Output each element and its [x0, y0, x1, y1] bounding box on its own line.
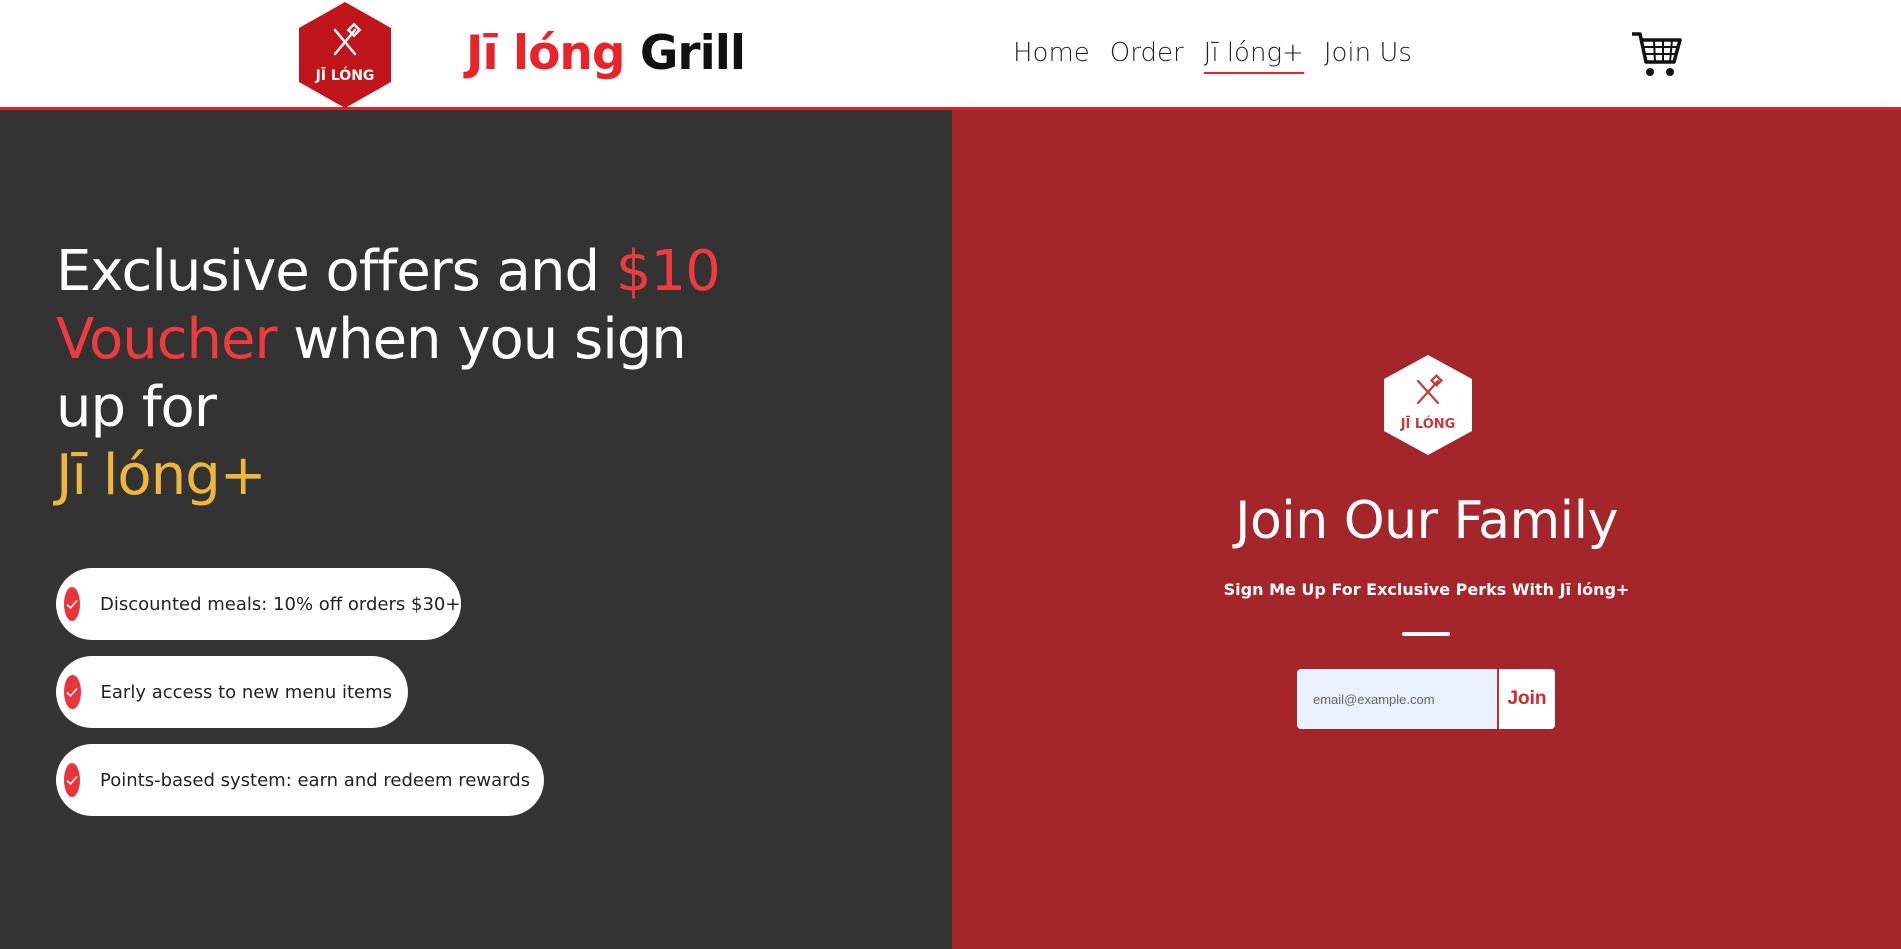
logo-icon: JĪ LÓNG	[1384, 355, 1472, 455]
email-input[interactable]	[1297, 669, 1497, 729]
brand-name[interactable]: Jī lóng Grill	[466, 24, 746, 84]
join-button[interactable]: Join	[1497, 669, 1555, 729]
main-nav: Home Order Jī lóng+ Join Us	[1013, 36, 1412, 74]
check-icon	[64, 675, 81, 709]
signup-form: Join	[1297, 669, 1557, 729]
benefits-panel: Exclusive offers and $10 Voucher when yo…	[0, 110, 952, 949]
logo-text: JĪ LÓNG	[1400, 416, 1456, 432]
perk-text: Discounted meals: 10% off orders $30+	[100, 593, 461, 615]
hero-text-1: Exclusive offers and	[56, 239, 616, 304]
nav-order[interactable]: Order	[1110, 36, 1184, 74]
check-icon	[64, 763, 80, 797]
perk-item: Discounted meals: 10% off orders $30+	[56, 568, 461, 640]
signup-title: Join Our Family	[1235, 491, 1618, 551]
hero-headline: Exclusive offers and $10 Voucher when yo…	[56, 238, 756, 510]
brand-name-black: Grill	[639, 26, 746, 81]
perk-text: Points-based system: earn and redeem rew…	[100, 769, 531, 791]
nav-join-us[interactable]: Join Us	[1324, 36, 1412, 74]
site-header: JĪ LÓNG Jī lóng Grill Home Order Jī lóng…	[0, 0, 1901, 110]
divider	[1402, 632, 1450, 636]
hero-program-name: Jī lóng+	[56, 443, 267, 508]
shopping-cart-icon[interactable]	[1630, 28, 1682, 80]
signup-subtitle: Sign Me Up For Exclusive Perks With Jī l…	[1223, 580, 1630, 599]
check-icon	[64, 587, 80, 621]
signup-panel: JĪ LÓNG Join Our Family Sign Me Up For E…	[952, 110, 1901, 949]
nav-jilong-plus[interactable]: Jī lóng+	[1203, 36, 1304, 74]
perk-item: Early access to new menu items	[56, 656, 408, 728]
perk-text: Early access to new menu items	[100, 681, 392, 703]
perk-item: Points-based system: earn and redeem rew…	[56, 744, 544, 816]
brand-name-red: Jī lóng	[466, 26, 625, 81]
logo-text: JĪ LÓNG	[315, 66, 375, 84]
nav-home[interactable]: Home	[1013, 36, 1090, 74]
logo-icon[interactable]: JĪ LÓNG	[295, 0, 395, 110]
